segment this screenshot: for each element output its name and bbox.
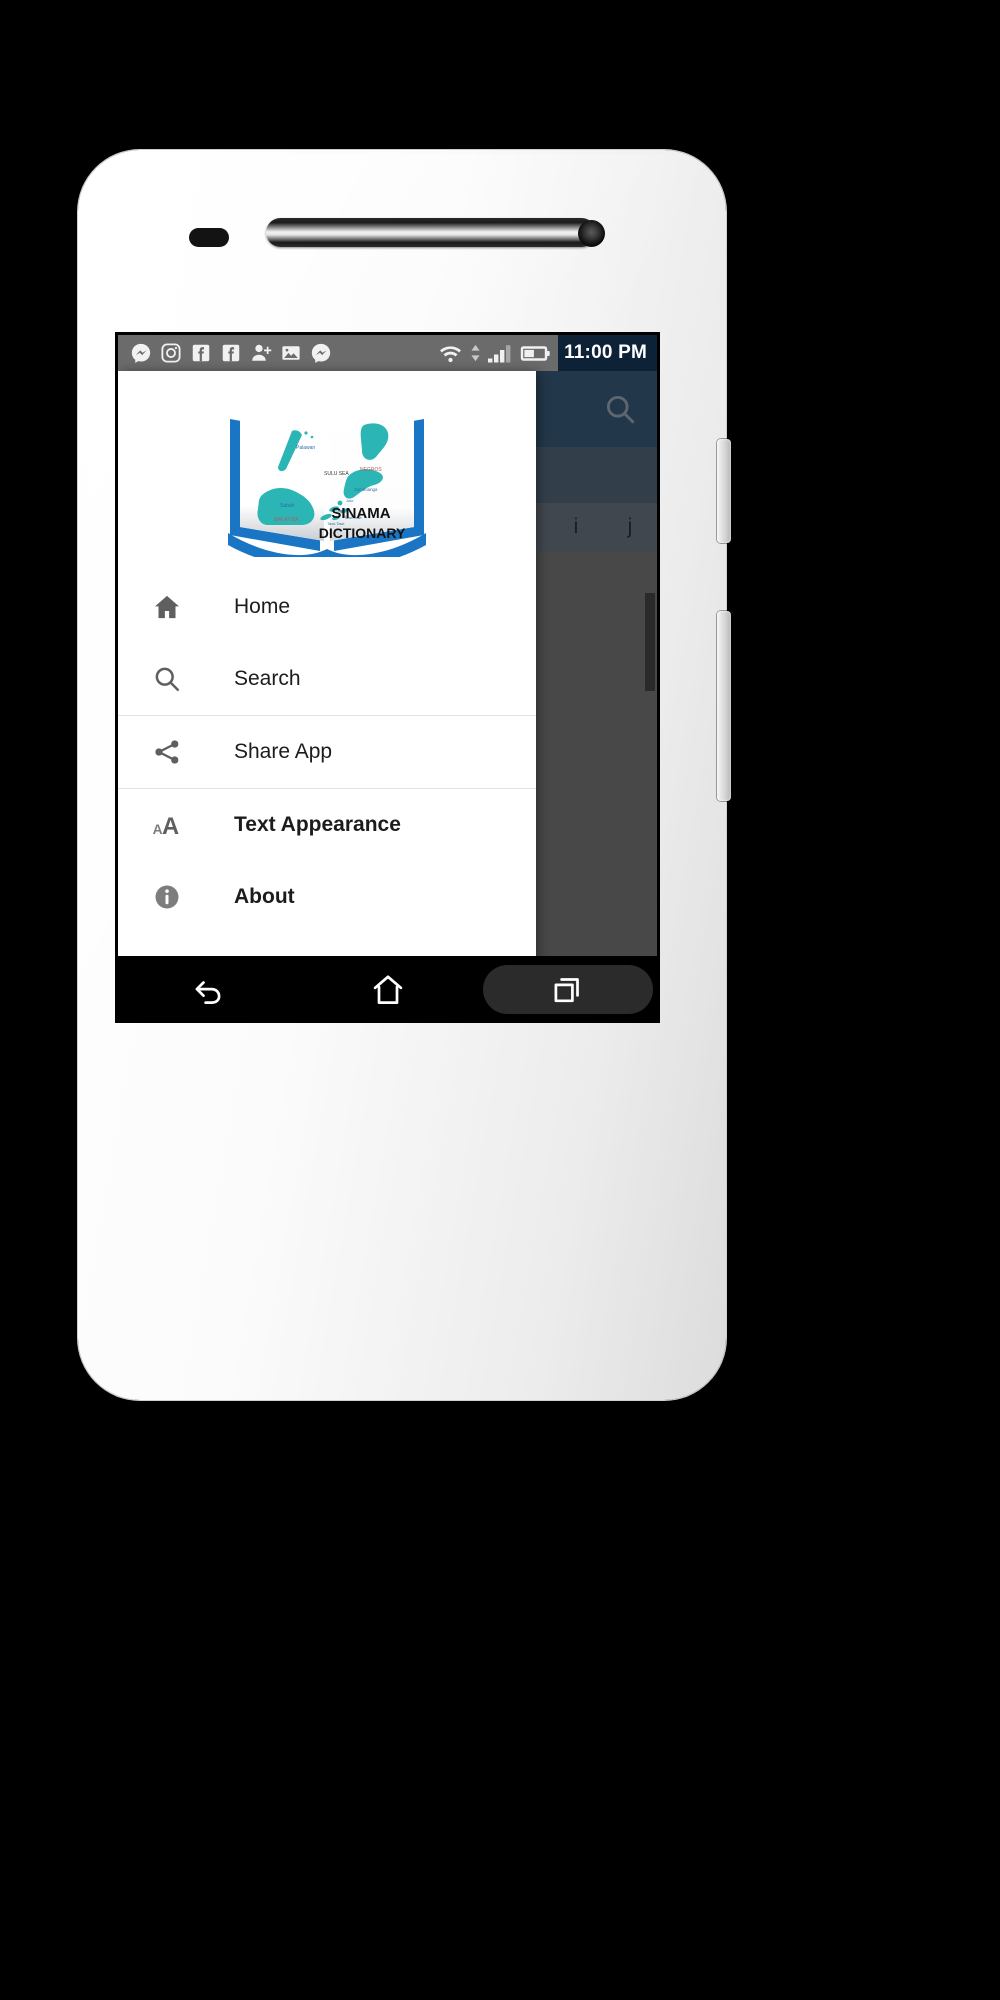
signal-icon	[488, 345, 511, 363]
drawer-item-search[interactable]: Search	[118, 643, 536, 715]
svg-text:Sabah: Sabah	[280, 503, 295, 509]
status-bar: 11:00 PM	[118, 335, 657, 371]
earpiece-speaker-icon	[266, 218, 596, 247]
svg-text:DICTIONARY: DICTIONARY	[319, 525, 406, 541]
proximity-sensor-icon	[189, 228, 229, 247]
power-button[interactable]	[717, 439, 731, 543]
home-icon	[150, 590, 184, 624]
photo-icon	[282, 346, 300, 360]
clock-label: 11:00 PM	[564, 342, 647, 363]
home-outline-icon	[373, 974, 402, 1004]
drawer-item-label: Search	[234, 667, 301, 690]
svg-text:MALAYSIA: MALAYSIA	[274, 517, 299, 523]
messenger-icon	[311, 343, 331, 363]
front-camera-icon	[578, 220, 605, 247]
phone-screen: 11:00 PM i j	[115, 332, 660, 959]
facebook-icon	[192, 344, 210, 362]
drawer-header: Palawan SULU SEA NEGROS Zamboanga Jolo S…	[118, 371, 536, 571]
drawer-item-label: Share App	[234, 740, 333, 763]
battery-icon	[520, 346, 550, 361]
navigation-drawer: Palawan SULU SEA NEGROS Zamboanga Jolo S…	[118, 371, 536, 956]
text-size-icon: A A	[150, 808, 184, 842]
sinama-dictionary-logo: Palawan SULU SEA NEGROS Zamboanga Jolo S…	[228, 415, 426, 557]
drawer-item-label: Home	[234, 595, 291, 618]
svg-text:Jolo: Jolo	[346, 498, 354, 503]
volume-rocker-button[interactable]	[717, 611, 731, 801]
drawer-group-settings: A A Text Appearance About	[118, 789, 536, 933]
svg-text:Palawan: Palawan	[296, 445, 315, 451]
svg-text:SULU SEA: SULU SEA	[324, 471, 349, 477]
add-friend-icon	[252, 344, 272, 361]
status-bar-notifications	[118, 342, 437, 364]
drawer-item-share-app[interactable]: Share App	[118, 716, 536, 788]
share-icon	[150, 735, 184, 769]
info-icon	[150, 880, 184, 914]
svg-text:A: A	[162, 813, 179, 840]
status-bar-system-icons	[437, 341, 552, 365]
drawer-group-navigation: Home Search	[118, 571, 536, 716]
svg-text:Zamboanga: Zamboanga	[354, 487, 378, 492]
status-bar-clock-container: 11:00 PM	[558, 335, 657, 371]
app-content: i j	[118, 371, 657, 956]
recents-icon	[554, 977, 580, 1002]
instagram-icon	[161, 343, 181, 363]
phone-device: 11:00 PM i j	[78, 150, 731, 1400]
drawer-item-about[interactable]: About	[118, 861, 536, 933]
drawer-item-label: About	[234, 885, 295, 908]
drawer-item-text-appearance[interactable]: A A Text Appearance	[118, 789, 536, 861]
messenger-icon	[131, 343, 151, 363]
screenshot-stage: 11:00 PM i j	[0, 0, 1000, 2000]
home-button[interactable]	[298, 959, 478, 1020]
search-icon	[150, 662, 184, 696]
facebook-icon	[222, 344, 240, 362]
data-transfer-icon	[471, 344, 480, 362]
system-navigation-bar	[115, 959, 660, 1023]
drawer-group-share: Share App	[118, 716, 536, 789]
recents-button[interactable]	[477, 959, 657, 1020]
back-button[interactable]	[118, 959, 298, 1020]
drawer-item-label: Text Appearance	[234, 813, 401, 836]
drawer-item-home[interactable]: Home	[118, 571, 536, 643]
svg-text:SINAMA: SINAMA	[331, 505, 390, 522]
wifi-icon	[440, 346, 462, 363]
back-arrow-icon	[195, 980, 221, 1004]
svg-text:NEGROS: NEGROS	[360, 467, 382, 473]
